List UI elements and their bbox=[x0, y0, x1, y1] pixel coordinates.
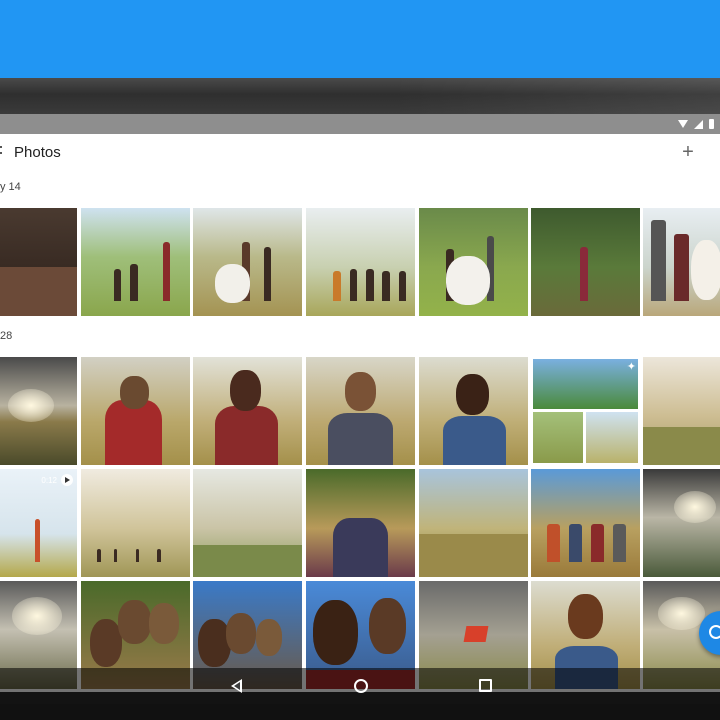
tablet-top-bezel bbox=[0, 78, 720, 114]
bezel-highlight bbox=[390, 78, 720, 114]
play-icon bbox=[61, 474, 73, 486]
photo-tile[interactable] bbox=[306, 357, 415, 465]
wifi-icon bbox=[678, 120, 688, 128]
video-badge: 0:12 bbox=[41, 474, 73, 486]
photo-tile[interactable] bbox=[81, 469, 190, 577]
auto-awesome-icon: ✦ bbox=[626, 361, 636, 373]
photo-tile[interactable] bbox=[643, 208, 720, 316]
photo-tile[interactable] bbox=[81, 208, 190, 316]
photo-tile[interactable] bbox=[419, 357, 528, 465]
photo-grid: y 14 28 ✦ 0:12 bbox=[0, 172, 720, 692]
photo-tile[interactable] bbox=[306, 469, 415, 577]
app-bar: Photos + bbox=[0, 134, 720, 172]
signal-icon bbox=[694, 119, 703, 129]
photo-tile[interactable] bbox=[193, 469, 302, 577]
photo-tile[interactable] bbox=[81, 357, 190, 465]
status-bar bbox=[0, 114, 720, 134]
back-icon[interactable] bbox=[231, 679, 242, 693]
photo-tile[interactable] bbox=[193, 208, 302, 316]
video-tile[interactable]: 0:12 bbox=[0, 469, 77, 577]
add-button[interactable]: + bbox=[677, 139, 699, 165]
photo-tile[interactable] bbox=[643, 357, 720, 465]
blue-backdrop bbox=[0, 0, 720, 78]
fab-icon bbox=[709, 625, 720, 639]
photo-tile[interactable] bbox=[0, 357, 77, 465]
navigation-bar bbox=[0, 668, 720, 704]
menu-icon[interactable] bbox=[0, 146, 2, 160]
section-date-label: y 14 bbox=[0, 181, 21, 193]
photo-tile[interactable] bbox=[306, 208, 415, 316]
photo-tile[interactable] bbox=[0, 208, 77, 316]
app-title: Photos bbox=[14, 144, 61, 161]
photo-tile[interactable] bbox=[531, 208, 640, 316]
video-duration: 0:12 bbox=[41, 475, 57, 485]
photo-tile[interactable] bbox=[419, 469, 528, 577]
home-icon[interactable] bbox=[354, 679, 368, 693]
tablet-bottom-bezel bbox=[0, 704, 720, 720]
photo-tile[interactable] bbox=[193, 357, 302, 465]
photo-collage[interactable]: ✦ bbox=[531, 357, 640, 465]
recents-icon[interactable] bbox=[479, 679, 492, 692]
photo-tile[interactable] bbox=[419, 208, 528, 316]
photo-tile[interactable] bbox=[643, 469, 720, 577]
photo-tile[interactable] bbox=[531, 469, 640, 577]
battery-icon bbox=[709, 119, 714, 129]
section-date-label: 28 bbox=[0, 330, 13, 342]
